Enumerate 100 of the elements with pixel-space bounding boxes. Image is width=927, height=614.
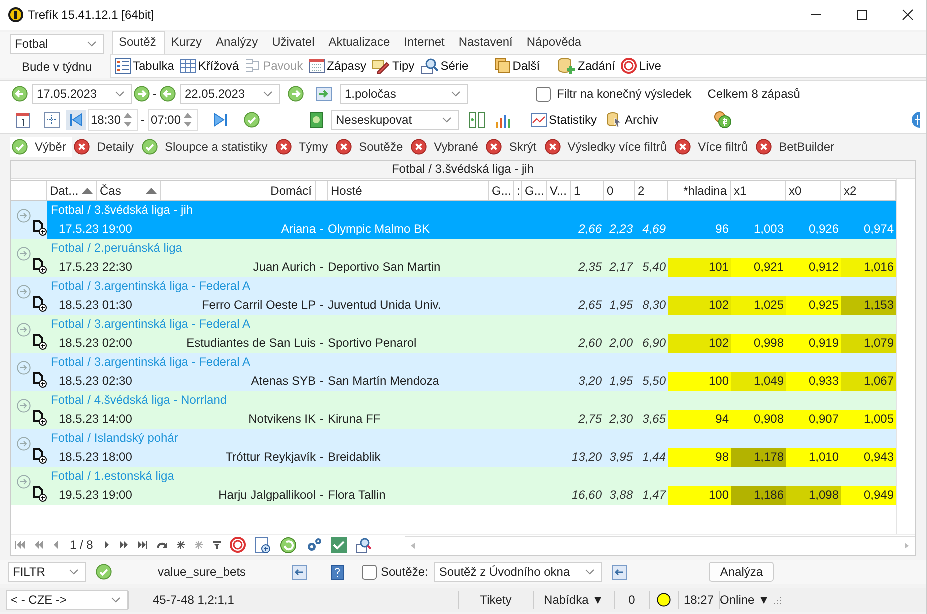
check-icon[interactable] xyxy=(244,112,260,128)
toolbar-button[interactable]: Křížová xyxy=(180,58,240,74)
toolbar-button[interactable]: Live xyxy=(621,58,662,74)
refresh-icon[interactable] xyxy=(280,536,298,554)
document-add-icon[interactable] xyxy=(33,410,47,426)
arrow-left-icon[interactable] xyxy=(160,86,176,102)
toolbar-button[interactable]: Série xyxy=(420,58,469,74)
document-add-icon[interactable] xyxy=(33,258,47,274)
grouping-dropdown[interactable]: Neseskupovat xyxy=(331,110,459,130)
document-add-icon[interactable] xyxy=(33,486,47,502)
column-header[interactable]: Domácí xyxy=(161,181,316,200)
first-icon[interactable] xyxy=(15,541,25,549)
filter-tab[interactable]: Soutěže xyxy=(334,137,410,157)
document-add-icon[interactable] xyxy=(33,448,47,464)
move-icon[interactable] xyxy=(44,112,60,128)
time-from-field[interactable]: 18:30 xyxy=(88,109,138,131)
menu-tab[interactable]: Kurzy xyxy=(165,32,210,54)
filter-tab[interactable]: Skrýt xyxy=(484,137,543,157)
arrow-right-icon[interactable] xyxy=(134,86,150,102)
asterisk-icon[interactable] xyxy=(177,541,186,549)
column-header[interactable]: 2 xyxy=(635,181,668,200)
filter-tab[interactable]: Sloupce a statistiky xyxy=(140,137,274,157)
column-header[interactable]: *hladina xyxy=(668,181,731,200)
document-add-icon[interactable] xyxy=(33,334,47,350)
arrow-left-icon[interactable] xyxy=(292,564,307,580)
match-row[interactable]: Fotbal / 3.argentinská liga - Federal A 18.5.23 02:00 Estudiantes de San Luis - Sportivo Penarol 2,60 2,00 6,90 102 0,998 0,919 1,079 xyxy=(11,315,896,353)
column-header[interactable]: 1 xyxy=(571,181,604,200)
filter-tab[interactable]: Týmy xyxy=(274,137,334,157)
match-row[interactable]: Fotbal / 3.argentinská liga - Federal A 18.5.23 01:30 Ferro Carril Oeste LP - Juventud Unida Univ. 2,65 1,95 8,30 102 1,025 0,925 1,153 xyxy=(11,277,896,315)
check-icon[interactable] xyxy=(96,564,112,580)
undo-icon[interactable] xyxy=(157,541,168,549)
coins-icon[interactable] xyxy=(714,111,732,129)
toolbar-button[interactable]: Další xyxy=(494,58,540,74)
connection-menu[interactable]: Online ▼ xyxy=(719,591,770,609)
columns-icon[interactable] xyxy=(469,112,485,128)
period-dropdown[interactable]: 1.poločas xyxy=(340,84,468,104)
skip-end-icon[interactable] xyxy=(214,113,228,127)
sport-dropdown[interactable]: Fotbal xyxy=(10,34,104,54)
menu-tab[interactable]: Soutěž xyxy=(112,31,166,54)
skip-start-button[interactable] xyxy=(66,110,86,130)
tickets-button[interactable]: Tikety xyxy=(458,591,533,609)
money-icon[interactable] xyxy=(310,112,323,128)
filter-tab[interactable]: BetBuilder xyxy=(754,137,840,157)
match-row[interactable]: Fotbal / 2.peruánská liga 17.5.23 22:30 Juan Aurich - Deportivo San Martin 2,35 2,17 5,40 101 0,921 0,912 1,016 xyxy=(11,239,896,277)
column-header[interactable]: G... xyxy=(489,181,514,200)
toolbar-button[interactable]: Tipy xyxy=(372,58,415,74)
rewind-icon[interactable] xyxy=(34,541,44,549)
fast-forward-icon[interactable] xyxy=(119,541,130,549)
arrow-right-icon[interactable] xyxy=(288,86,304,102)
column-header[interactable]: x2 xyxy=(841,181,896,200)
checkbox[interactable] xyxy=(536,86,551,102)
column-header[interactable]: Čas xyxy=(97,181,161,200)
globe-icon[interactable] xyxy=(912,112,920,128)
date-from-field[interactable]: 17.05.2023 xyxy=(32,84,132,104)
document-add-icon[interactable] xyxy=(33,372,47,388)
toolbar-button[interactable]: Zadání xyxy=(558,58,616,74)
help-icon[interactable] xyxy=(331,564,344,580)
menu-tab[interactable]: Nápověda xyxy=(520,32,590,54)
page-add-icon[interactable] xyxy=(255,536,272,554)
filter-tab[interactable]: Výběr xyxy=(10,137,72,157)
close-icon[interactable] xyxy=(902,9,914,21)
statistics-button[interactable]: Statistiky xyxy=(531,113,598,127)
country-dropdown[interactable]: < - CZE -> xyxy=(6,590,128,610)
menu-tab[interactable]: Nastavení xyxy=(452,32,521,54)
import-icon[interactable] xyxy=(316,87,332,101)
filter-dropdown[interactable]: FILTR xyxy=(8,562,86,582)
document-add-icon[interactable] xyxy=(33,296,47,312)
checkbox[interactable] xyxy=(362,564,377,580)
column-header[interactable]: x0 xyxy=(786,181,841,200)
date-to-field[interactable]: 22.05.2023 xyxy=(180,84,280,104)
search-icon[interactable] xyxy=(356,537,372,553)
check-icon[interactable] xyxy=(331,537,348,553)
live-icon[interactable] xyxy=(230,537,246,553)
filter-icon[interactable] xyxy=(213,541,222,549)
filter-tab[interactable]: Detaily xyxy=(72,137,140,157)
menu-tab[interactable]: Uživatel xyxy=(266,32,323,54)
previous-icon[interactable] xyxy=(53,541,59,549)
arrow-left-icon[interactable] xyxy=(612,564,628,580)
match-row[interactable]: Fotbal / 1.estonská liga 19.5.23 19:00 Harju Jalgpallikool - Flora Tallin 16,60 3,88 1,47 100 1,186 1,098 0,949 xyxy=(11,467,896,505)
next-icon[interactable] xyxy=(104,541,110,549)
match-row[interactable]: Fotbal / 3.argentinská liga - Federal A 18.5.23 02:30 Atenas SYB - San Martín Mendoza 3,20 1,95 5,50 100 1,049 0,933 1,067 xyxy=(11,353,896,391)
match-row[interactable]: Fotbal / Islandský pohár 18.5.23 18:00 Tróttur Reykjavík - Breidablik 13,20 3,95 1,44 98 1,178 1,010 0,943 xyxy=(11,429,896,467)
column-header[interactable]: x1 xyxy=(731,181,786,200)
match-row[interactable]: Fotbal / 4.švédská liga - Norrland 18.5.23 14:00 Notvikens IK - Kiruna FF 2,75 2,30 3,65 94 0,908 0,907 1,005 xyxy=(11,391,896,429)
column-header[interactable]: V... xyxy=(547,181,571,200)
resize-grip-icon[interactable] xyxy=(774,596,782,604)
last-icon[interactable] xyxy=(138,541,148,549)
column-header[interactable]: : xyxy=(514,181,522,200)
filter-tab[interactable]: Výsledky více filtrů xyxy=(542,137,674,157)
bar-chart-icon[interactable] xyxy=(495,112,511,128)
column-header[interactable]: G... xyxy=(522,181,547,200)
arrow-left-icon[interactable] xyxy=(12,86,28,102)
menu-tab[interactable]: Aktualizace xyxy=(322,32,398,54)
toolbar-button[interactable]: Zápasy xyxy=(309,58,366,74)
archive-button[interactable]: Archiv xyxy=(607,112,658,128)
analyze-button[interactable]: Analýza xyxy=(709,562,774,582)
calendar-icon[interactable] xyxy=(16,112,30,128)
column-header[interactable]: 0 xyxy=(604,181,635,200)
filter-tab[interactable]: Více filtrů xyxy=(673,137,754,157)
time-to-field[interactable]: 07:00 xyxy=(148,109,198,131)
